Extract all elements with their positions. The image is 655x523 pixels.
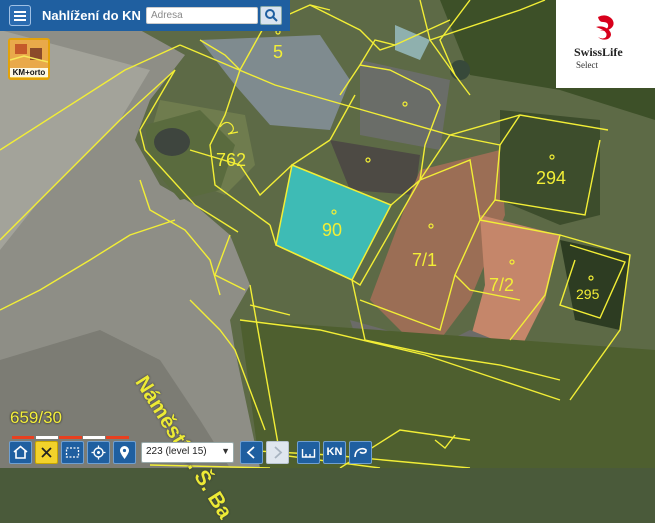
parcel-label: 5 — [273, 42, 284, 62]
zoom-next-button[interactable] — [266, 441, 289, 464]
arrow-left-icon — [246, 446, 255, 459]
address-search-input[interactable] — [146, 7, 258, 24]
menu-button[interactable] — [9, 5, 31, 26]
close-icon — [41, 447, 52, 458]
zoom-level-select[interactable]: 223 (level 15) ▼ — [141, 442, 234, 463]
app-header: Nahlížení do KN — [0, 0, 290, 31]
parcel-label: 7/1 — [412, 250, 438, 270]
arrow-right-icon — [274, 446, 283, 459]
search-button[interactable] — [260, 6, 282, 25]
kn-button[interactable]: KN — [323, 441, 346, 464]
brand-logo: SwissLife Select — [556, 0, 655, 88]
parcel-label: 7/2 — [489, 275, 515, 295]
parcel-label: 762 — [216, 150, 247, 170]
brand-subtitle: Select — [576, 60, 598, 70]
brand-name: SwissLife — [574, 45, 623, 59]
select-area-icon — [65, 447, 80, 458]
select-area-button[interactable] — [61, 441, 84, 464]
draw-icon — [354, 447, 367, 458]
parcel-label: 295 — [576, 286, 600, 302]
app-title: Nahlížení do KN — [42, 8, 141, 23]
measure-button[interactable] — [297, 441, 320, 464]
search-icon — [265, 9, 278, 22]
swisslife-logo-icon — [596, 15, 614, 40]
location-pin-button[interactable] — [113, 441, 136, 464]
clear-button[interactable] — [35, 441, 58, 464]
location-pin-icon — [120, 446, 129, 459]
home-button[interactable] — [9, 441, 32, 464]
layer-toggle-button[interactable]: KM+orto — [8, 38, 50, 80]
measure-icon — [301, 449, 316, 458]
draw-button[interactable] — [349, 441, 372, 464]
parcel-label: 294 — [536, 168, 567, 188]
dropdown-caret-icon: ▼ — [221, 446, 230, 456]
zoom-previous-button[interactable] — [240, 441, 263, 464]
zoom-level-value: 223 (level 15) — [146, 446, 207, 457]
layer-thumbnail-icon — [10, 40, 48, 68]
locate-icon — [91, 445, 106, 460]
locate-button[interactable] — [87, 441, 110, 464]
kn-label: KN — [326, 446, 343, 458]
scale-bar — [12, 426, 130, 439]
parcel-label-selected: 90 — [322, 220, 343, 240]
layer-toggle-label: KM+orto — [10, 68, 48, 77]
parcel-label: 659/30 — [10, 408, 62, 427]
home-icon — [13, 445, 28, 459]
